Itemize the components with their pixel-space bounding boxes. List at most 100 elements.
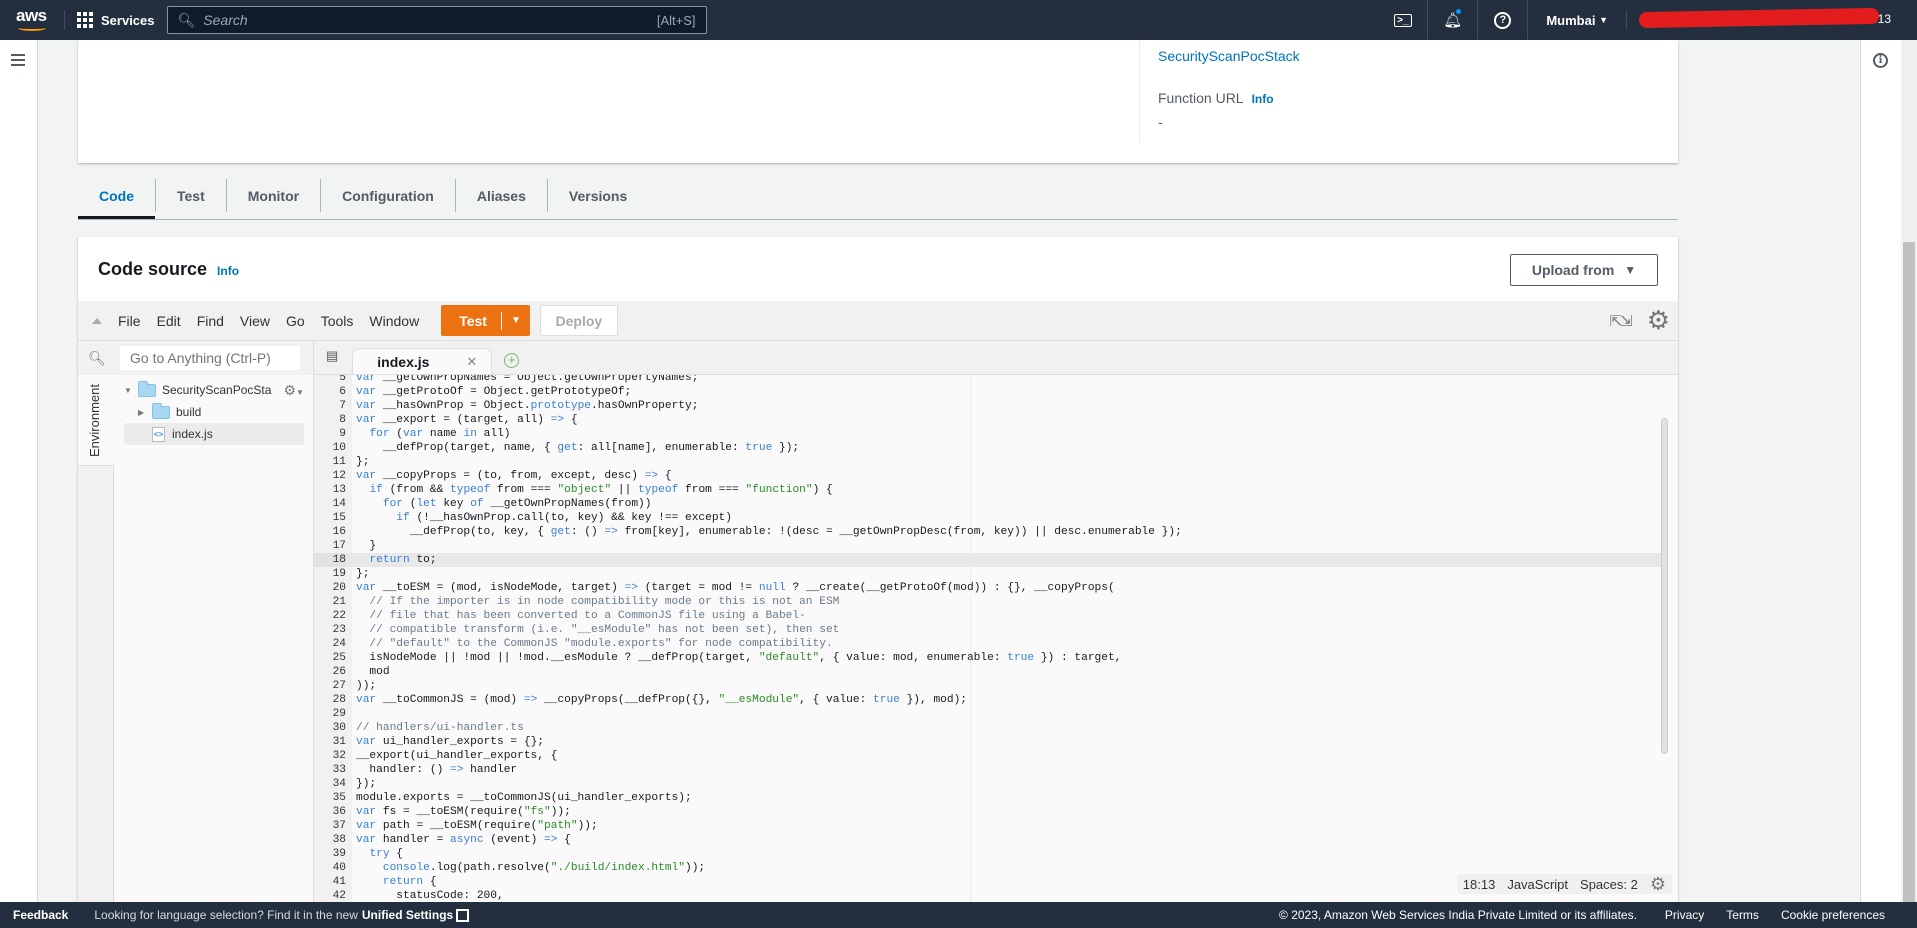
code-line[interactable]: 24 // "default" to the CommonJS "module.… xyxy=(314,637,1664,651)
code-line[interactable]: 7 var __hasOwnProp = Object.prototype.has… xyxy=(314,399,1664,413)
tab-monitor[interactable]: Monitor xyxy=(227,179,322,212)
region-selector[interactable]: Mumbai ▼ xyxy=(1528,10,1627,30)
unified-settings-link[interactable]: Unified Settings xyxy=(362,908,453,922)
code-line[interactable]: 8 var __export = (target, all) => { xyxy=(314,413,1664,427)
feedback-link[interactable]: Feedback xyxy=(13,908,68,922)
code-line[interactable]: 21 // If the importer is in node compati… xyxy=(314,595,1664,609)
code-line[interactable]: 13 if (from && typeof from === "object" … xyxy=(314,483,1664,497)
function-url-value: - xyxy=(1158,114,1163,130)
code-line[interactable]: 28 var __toCommonJS = (mod) => __copyProp… xyxy=(314,693,1664,707)
menu-go[interactable]: Go xyxy=(286,313,305,329)
code-line[interactable]: 19}; xyxy=(314,567,1664,581)
line-number: 17 xyxy=(332,540,346,552)
file-tree: ▼ SecurityScanPocSta ⚙▼ ▶ build <> index… xyxy=(114,375,314,902)
code-line[interactable]: 35 module.exports = __toCommonJS(ui_handl… xyxy=(314,791,1664,805)
language-mode[interactable]: JavaScript xyxy=(1507,877,1568,892)
code-line[interactable]: 37 var path = __toESM(require("path")); xyxy=(314,819,1664,833)
menu-view[interactable]: View xyxy=(240,313,270,329)
info-icon[interactable]: i xyxy=(1873,53,1888,68)
close-tab-icon[interactable]: ✕ xyxy=(466,354,477,370)
code-line[interactable]: 38 var handler = async (event) => { xyxy=(314,833,1664,847)
tree-item-root-folder[interactable]: ▼ SecurityScanPocSta ⚙▼ xyxy=(124,379,304,401)
collapse-caret-icon[interactable] xyxy=(92,317,102,324)
code-line[interactable]: 29 xyxy=(314,707,1664,721)
ide-settings-gear-icon[interactable]: ⚙ xyxy=(1647,305,1670,336)
tab-aliases[interactable]: Aliases xyxy=(456,179,548,212)
tab-versions[interactable]: Versions xyxy=(548,179,648,212)
tab-list-icon[interactable]: ▤ xyxy=(326,348,338,364)
hamburger-menu-icon[interactable] xyxy=(11,54,25,69)
page-scrollbar[interactable] xyxy=(1901,40,1917,922)
menu-find[interactable]: Find xyxy=(197,313,224,329)
code-line[interactable]: 25 isNodeMode || !mod || !mod.__esModule… xyxy=(314,651,1664,665)
menu-edit[interactable]: Edit xyxy=(157,313,181,329)
go-to-anything-input[interactable] xyxy=(120,346,300,370)
stack-link[interactable]: SecurityScanPocStack xyxy=(1158,48,1300,64)
cloudshell-button[interactable]: >_ xyxy=(1378,0,1429,40)
search-input[interactable]: 🔍︎ Search [Alt+S] xyxy=(166,6,707,34)
code-line[interactable]: 10 __defProp(target, name, { get: all[na… xyxy=(314,441,1664,455)
tab-code[interactable]: Code xyxy=(78,179,156,219)
code-line[interactable]: 14 for (let key of __getOwnPropNames(fro… xyxy=(314,497,1664,511)
menu-tools[interactable]: Tools xyxy=(321,313,354,329)
new-tab-plus-icon[interactable]: + xyxy=(504,353,520,368)
code-line[interactable]: 5 var __getOwnPropNames = Object.getOwnPr… xyxy=(314,375,1664,385)
indent-setting[interactable]: Spaces: 2 xyxy=(1580,877,1638,892)
cookie-preferences-link[interactable]: Cookie preferences xyxy=(1781,908,1885,922)
code-line[interactable]: 15 if (!__hasOwnProp.call(to, key) && ke… xyxy=(314,511,1664,525)
line-number: 41 xyxy=(332,876,346,888)
code-editor[interactable]: 5 var __getOwnPropNames = Object.getOwnPr… xyxy=(314,375,1678,902)
ide-toolbar-row: 🔍︎ ▤ index.js✕ + xyxy=(78,341,1678,375)
aws-logo[interactable]: aws xyxy=(16,6,50,34)
terms-link[interactable]: Terms xyxy=(1726,908,1759,922)
editor-scrollbar[interactable] xyxy=(1661,418,1668,754)
code-line[interactable]: 27)); xyxy=(314,679,1664,693)
deploy-button[interactable]: Deploy xyxy=(539,305,618,336)
expanded-caret-icon[interactable]: ▼ xyxy=(124,386,134,395)
fullscreen-icon[interactable]: ⇱⇲ xyxy=(1610,312,1633,330)
code-line[interactable]: 11}; xyxy=(314,455,1664,469)
privacy-link[interactable]: Privacy xyxy=(1665,908,1704,922)
code-line[interactable]: 40 console.log(path.resolve("./build/ind… xyxy=(314,861,1664,875)
tree-item-build-folder[interactable]: ▶ build xyxy=(138,401,304,423)
code-line[interactable]: 26 mod xyxy=(314,665,1664,679)
code-line[interactable]: 18 return to; xyxy=(314,553,1664,567)
editor-tab-index-js[interactable]: index.js ✕ xyxy=(352,348,493,374)
code-line[interactable]: 16 __defProp(to, key, { get: () => from[… xyxy=(314,525,1664,539)
upload-from-button[interactable]: Upload from ▼ xyxy=(1510,254,1658,286)
services-menu-button[interactable]: Services xyxy=(77,12,155,28)
code-line[interactable]: 33 handler: () => handler xyxy=(314,763,1664,777)
code-line[interactable]: 20 var __toESM = (mod, isNodeMode, target… xyxy=(314,581,1664,595)
collapsed-caret-icon[interactable]: ▶ xyxy=(138,408,148,417)
code-line[interactable]: 6 var __getProtoOf = Object.getPrototypeO… xyxy=(314,385,1664,399)
tab-test[interactable]: Test xyxy=(156,179,227,212)
tab-configuration[interactable]: Configuration xyxy=(321,179,456,212)
account-menu[interactable]: 0243-0013 xyxy=(1627,0,1917,40)
editor-preferences-gear-icon[interactable]: ⚙ xyxy=(1650,874,1666,895)
code-line[interactable]: 34}); xyxy=(314,777,1664,791)
code-line[interactable]: 36 var fs = __toESM(require("fs")); xyxy=(314,805,1664,819)
scrollbar-thumb[interactable] xyxy=(1903,242,1915,922)
code-line[interactable]: 9 for (var name in all) xyxy=(314,427,1664,441)
code-line[interactable]: 31 var ui_handler_exports = {}; xyxy=(314,735,1664,749)
test-button[interactable]: Test xyxy=(441,311,502,330)
search-shortcut: [Alt+S] xyxy=(656,12,696,28)
code-line[interactable]: 22 // file that has been converted to a … xyxy=(314,609,1664,623)
environment-tab[interactable]: Environment xyxy=(78,375,114,466)
menu-file[interactable]: File xyxy=(118,313,141,329)
code-line[interactable]: 39 try { xyxy=(314,847,1664,861)
code-line[interactable]: 32 __export(ui_handler_exports, { xyxy=(314,749,1664,763)
tree-settings-gear-icon[interactable]: ⚙▼ xyxy=(284,382,304,399)
notifications-button[interactable]: 🔔︎ xyxy=(1428,0,1479,40)
code-line[interactable]: 12 var __copyProps = (to, from, except, d… xyxy=(314,469,1664,483)
code-line[interactable]: 17 } xyxy=(314,539,1664,553)
code-line[interactable]: 23 // compatible transform (i.e. "__esMo… xyxy=(314,623,1664,637)
help-button[interactable]: ? xyxy=(1478,0,1529,40)
code-line[interactable]: 30// handlers/ui-handler.ts xyxy=(314,721,1664,735)
line-number: 27 xyxy=(332,680,346,692)
menu-window[interactable]: Window xyxy=(369,313,419,329)
tree-item-index-js[interactable]: <> index.js xyxy=(124,423,304,445)
test-dropdown-icon[interactable]: ▼ xyxy=(502,315,530,326)
function-url-info-link[interactable]: Info xyxy=(1252,92,1274,106)
code-source-info-link[interactable]: Info xyxy=(217,264,239,278)
